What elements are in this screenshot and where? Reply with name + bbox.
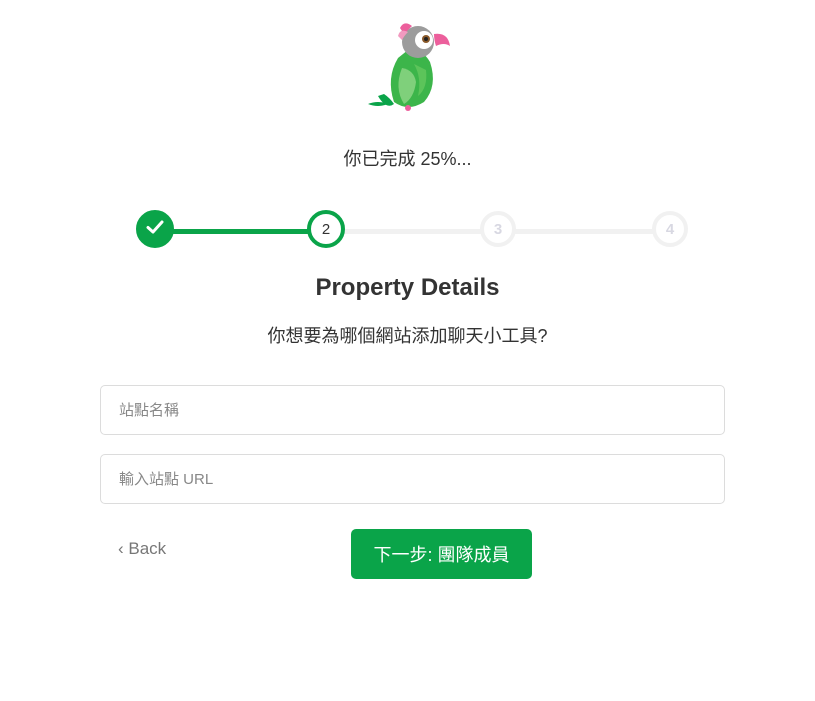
step-2-label: 2 <box>321 220 331 238</box>
step-connector-2 <box>342 229 484 234</box>
progress-text: 你已完成 25%... <box>343 149 472 169</box>
step-4-pending: 4 <box>652 211 688 247</box>
step-1-complete <box>136 210 174 248</box>
site-name-input[interactable] <box>100 385 725 435</box>
site-url-input[interactable] <box>100 454 725 504</box>
form-question: 你想要為哪個網站添加聊天小工具? <box>267 326 548 346</box>
step-3-pending: 3 <box>480 211 516 247</box>
step-connector-1 <box>170 229 312 234</box>
page-title: Property Details <box>315 274 500 301</box>
progress-stepper: 2 3 4 <box>0 210 815 251</box>
parrot-mascot-icon <box>364 18 460 114</box>
back-button[interactable]: ‹ Back <box>118 539 166 559</box>
checkmark-icon <box>145 217 165 241</box>
step-3-label: 3 <box>493 220 503 238</box>
onboarding-page: 你已完成 25%... 2 3 4 Property Details 你想要為哪… <box>0 0 815 701</box>
step-4-label: 4 <box>665 220 675 238</box>
step-2-current: 2 <box>307 210 345 248</box>
next-step-button[interactable]: 下一步: 團隊成員 <box>351 529 532 579</box>
step-connector-3 <box>514 229 656 234</box>
